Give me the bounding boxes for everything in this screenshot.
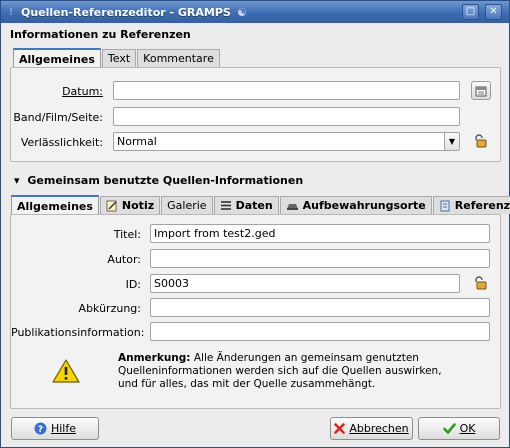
ok-button-label: OK bbox=[459, 422, 476, 435]
help-button[interactable]: ? Hilfe bbox=[11, 417, 99, 440]
title-bar: ⁝ Quellen-Referenzeditor - GRAMPS ☯ □ ✕ bbox=[1, 1, 509, 23]
date-label: Datum: bbox=[11, 85, 103, 98]
checkmark-icon bbox=[442, 423, 456, 434]
tab-source-note[interactable]: Notiz bbox=[99, 196, 161, 214]
confidence-label-text: Verlässlichkeit: bbox=[20, 136, 103, 149]
lock-icon[interactable] bbox=[473, 134, 487, 148]
cancel-button[interactable]: Abbrechen bbox=[330, 417, 413, 440]
source-author-field[interactable] bbox=[150, 249, 490, 268]
source-title-field[interactable]: Import from test2.ged bbox=[150, 224, 490, 243]
confidence-select[interactable]: Normal ▼ bbox=[113, 132, 460, 151]
help-icon: ? bbox=[34, 422, 47, 435]
tab-source-general[interactable]: Allgemeines bbox=[11, 195, 99, 215]
tab-source-repositories-label: Aufbewahrungsorte bbox=[302, 199, 426, 212]
tab-source-references[interactable]: Referenzen bbox=[432, 196, 510, 214]
date-editor-button[interactable] bbox=[471, 81, 491, 100]
id-label: ID: bbox=[11, 278, 141, 291]
date-label-text: Datum: bbox=[62, 85, 103, 98]
note-icon bbox=[106, 200, 117, 211]
id-lock-icon[interactable] bbox=[473, 276, 487, 290]
tab-reference-general[interactable]: Allgemeines bbox=[13, 48, 101, 68]
confidence-label: Verlässlichkeit: bbox=[11, 136, 103, 149]
tab-source-data[interactable]: Daten bbox=[213, 196, 279, 214]
sticky-icon: ☯ bbox=[236, 5, 247, 19]
cancel-button-label: Abbrechen bbox=[349, 422, 409, 435]
volume-label: Band/Film/Seite: bbox=[11, 111, 103, 124]
source-pubinfo-field[interactable] bbox=[150, 322, 490, 341]
date-field[interactable] bbox=[113, 81, 460, 100]
help-button-label: Hilfe bbox=[50, 422, 77, 435]
shared-section-title-text: Gemeinsam benutzte Quellen-Informationen bbox=[27, 174, 304, 187]
abbreviation-label-text: Abkürzung: bbox=[78, 302, 141, 315]
confidence-value: Normal bbox=[117, 135, 157, 148]
abbreviation-label: Abkürzung: bbox=[11, 302, 141, 315]
tab-source-references-label: Referenzen bbox=[454, 199, 510, 212]
shared-source-note: Anmerkung: Alle Änderungen an gemeinsam … bbox=[118, 352, 448, 391]
shared-section-title[interactable]: ▾ Gemeinsam benutzte Quellen-Information… bbox=[14, 174, 303, 187]
warning-icon bbox=[52, 359, 80, 383]
calendar-icon bbox=[475, 86, 487, 96]
title-label: Titel: bbox=[11, 228, 141, 241]
note-line-2: Quelleninformationen werden sich auf die… bbox=[118, 365, 442, 377]
maximize-button[interactable]: □ bbox=[462, 4, 479, 20]
window-title: Quellen-Referenzeditor - GRAMPS bbox=[21, 5, 231, 19]
tab-source-note-label: Notiz bbox=[121, 199, 155, 212]
tab-source-data-label: Daten bbox=[235, 199, 273, 212]
source-reference-editor-window: ⁝ Quellen-Referenzeditor - GRAMPS ☯ □ ✕ … bbox=[0, 0, 510, 448]
note-line-1: Alle Änderungen an gemeinsam genutzten bbox=[190, 352, 419, 364]
pubinfo-label: Publikationsinformation: bbox=[11, 326, 145, 339]
title-label-text: Titel: bbox=[113, 228, 141, 241]
references-icon bbox=[440, 200, 450, 211]
author-label-text: Autor: bbox=[107, 253, 141, 266]
tab-reference-comments[interactable]: Kommentare bbox=[137, 49, 220, 67]
reference-tabs: Allgemeines Text Kommentare bbox=[13, 47, 221, 68]
tab-source-gallery[interactable]: Galerie bbox=[161, 196, 213, 214]
shared-tabs: Allgemeines Notiz Galerie Daten Aufbewah… bbox=[11, 194, 510, 215]
tab-reference-text[interactable]: Text bbox=[101, 49, 137, 67]
pubinfo-label-text: Publikationsinformation: bbox=[11, 326, 145, 339]
id-label-text: ID: bbox=[125, 278, 141, 291]
note-line-3: und für alles, das mit der Quelle zusamm… bbox=[118, 378, 376, 390]
cancel-icon bbox=[334, 423, 346, 434]
source-abbreviation-field[interactable] bbox=[150, 298, 490, 317]
reference-section-title: Informationen zu Referenzen bbox=[10, 28, 191, 41]
window-menu-icon[interactable]: ⁝ bbox=[1, 7, 21, 18]
ok-button[interactable]: OK bbox=[418, 417, 500, 440]
source-id-field[interactable]: S0003 bbox=[150, 274, 460, 293]
chevron-down-icon[interactable]: ▼ bbox=[444, 133, 459, 150]
data-icon bbox=[220, 201, 231, 210]
author-label: Autor: bbox=[11, 253, 141, 266]
tab-source-repositories[interactable]: Aufbewahrungsorte bbox=[279, 196, 432, 214]
expander-arrow-icon: ▾ bbox=[14, 174, 20, 187]
volume-page-field[interactable] bbox=[113, 107, 460, 126]
repository-icon bbox=[286, 203, 298, 210]
volume-label-text: Band/Film/Seite: bbox=[13, 111, 103, 124]
svg-text:?: ? bbox=[38, 425, 43, 435]
note-heading: Anmerkung: bbox=[118, 352, 191, 364]
close-button[interactable]: ✕ bbox=[485, 4, 502, 20]
